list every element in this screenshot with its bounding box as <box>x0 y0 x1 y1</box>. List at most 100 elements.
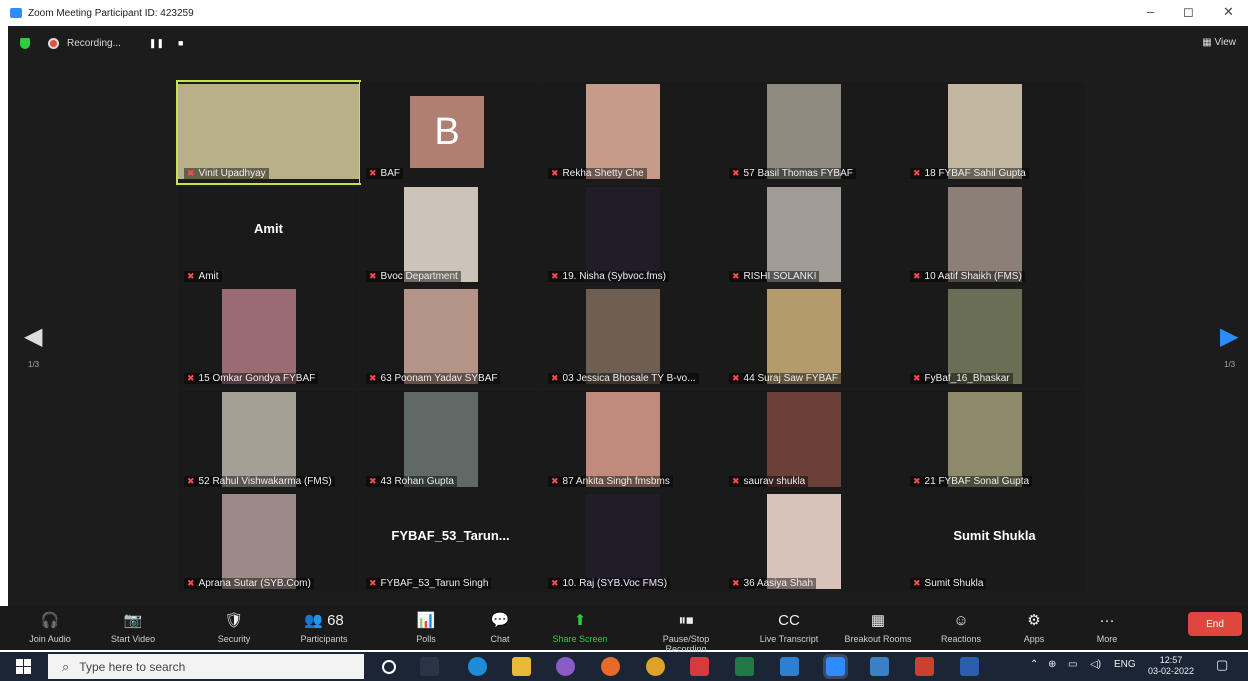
breakout-rooms-button[interactable]: ▦ Breakout Rooms <box>838 608 918 644</box>
maximize-button[interactable]: ◻ <box>1183 4 1194 20</box>
participant-tile[interactable]: ✖ 52 Rahul Vishwakarma (FMS) <box>178 390 359 491</box>
participant-tile[interactable]: ✖ 43 Rohan Gupta <box>360 390 541 491</box>
participant-tile[interactable]: ✖ 15 Omkar Gondya FYBAF <box>178 287 359 388</box>
participants-button[interactable]: 👥 68 Participants <box>284 608 364 644</box>
muted-mic-icon: ✖ <box>913 476 921 486</box>
participant-name: FyBaf_16_Bhaskar <box>924 373 1010 384</box>
apps-button[interactable]: ⚙ Apps <box>994 608 1074 644</box>
display-icon[interactable]: ▭ <box>1068 659 1077 670</box>
muted-mic-icon: ✖ <box>551 271 559 281</box>
join-audio-icon: 🎧 <box>40 612 60 629</box>
participant-name-label: ✖ 63 Poonam Yadav SYBAF <box>366 373 501 384</box>
participant-name-label: ✖ FYBAF_53_Tarun Singh <box>366 578 492 589</box>
zoom-taskbar-icon[interactable] <box>823 654 848 679</box>
participant-tile[interactable]: ✖ 10 Aatif Shaikh (FMS) <box>904 185 1085 286</box>
participant-tile[interactable]: ✖ 63 Poonam Yadav SYBAF <box>360 287 541 388</box>
chat-button[interactable]: 💬 Chat <box>460 608 540 644</box>
tray-overflow-icon[interactable]: ⌃ <box>1030 659 1038 670</box>
participant-tile[interactable]: ✖ 87 Ankita Singh fmsbms <box>542 390 723 491</box>
more-button[interactable]: ··· More <box>1067 608 1147 644</box>
participant-display-name: Sumit Shukla <box>953 528 1036 543</box>
participant-tile[interactable]: ✖ Bvoc Department <box>360 185 541 286</box>
participant-name: Vinit Upadhyay <box>198 168 266 179</box>
polls-button[interactable]: 📊 Polls <box>386 608 466 644</box>
app-icon-purple[interactable] <box>556 657 575 676</box>
windows-start-icon[interactable] <box>16 659 31 674</box>
recording-icon <box>48 37 59 49</box>
participant-video <box>948 84 1022 179</box>
app-icon-red[interactable] <box>690 657 709 676</box>
participant-tile[interactable]: ✖ Aprana Sutar (SYB.Com) <box>178 492 359 593</box>
participant-tile[interactable]: ✖ Vinit Upadhyay <box>176 80 361 185</box>
participant-tile[interactable]: ✖ 10. Raj (SYB.Voc FMS) <box>542 492 723 593</box>
powerpoint-icon[interactable] <box>915 657 934 676</box>
share-screen-button[interactable]: ⬆ Share Screen <box>540 608 620 644</box>
participant-name-label: ✖ Amit <box>184 271 222 282</box>
muted-mic-icon: ✖ <box>732 168 740 178</box>
live-transcript-button[interactable]: CC Live Transcript <box>749 608 829 644</box>
muted-mic-icon: ✖ <box>187 373 195 383</box>
security-button[interactable]: 🛡 Security <box>194 608 274 644</box>
network-icon[interactable]: ⊕ <box>1048 659 1056 670</box>
prev-page-icon[interactable]: ◀ <box>24 322 42 351</box>
participant-tile[interactable]: ✖ 57 Basil Thomas FYBAF <box>723 82 904 183</box>
join-audio-button[interactable]: 🎧 Join Audio <box>10 608 90 644</box>
app-icon-blue[interactable] <box>780 657 799 676</box>
muted-mic-icon: ✖ <box>551 578 559 588</box>
participant-name-label: ✖ Vinit Upadhyay <box>184 168 269 179</box>
notifications-icon[interactable]: ▢ <box>1216 657 1228 673</box>
participant-tile[interactable]: ✖ FyBaf_16_Bhaskar <box>904 287 1085 388</box>
muted-mic-icon: ✖ <box>913 271 921 281</box>
participant-video <box>767 84 841 179</box>
participant-name: FYBAF_53_Tarun Singh <box>380 578 489 589</box>
language-indicator[interactable]: ENG <box>1114 659 1136 670</box>
cortana-icon[interactable] <box>382 660 396 674</box>
participant-tile[interactable]: Amit ✖ Amit <box>178 185 359 286</box>
participant-tile[interactable]: B ✖ BAF <box>360 82 541 183</box>
participant-tile[interactable]: ✖ 18 FYBAF Sahil Gupta <box>904 82 1085 183</box>
close-button[interactable]: ✕ <box>1223 4 1234 20</box>
word-icon[interactable] <box>960 657 979 676</box>
participant-video <box>404 289 478 384</box>
task-view-icon[interactable] <box>420 657 439 676</box>
pause-recording-icon[interactable]: ❚❚ <box>149 38 164 49</box>
encryption-shield-icon[interactable] <box>20 37 30 49</box>
participant-tile[interactable]: ✖ 03 Jessica Bhosale TY B-vo... <box>542 287 723 388</box>
end-meeting-button[interactable]: End <box>1188 612 1242 636</box>
reactions-button[interactable]: ☺ Reactions <box>921 608 1001 644</box>
muted-mic-icon: ✖ <box>187 578 195 588</box>
participant-tile[interactable]: ✖ Rekha Shetty Che <box>542 82 723 183</box>
view-button[interactable]: ▦ View <box>1202 37 1236 48</box>
edge-icon[interactable] <box>468 657 487 676</box>
taskbar-search-box[interactable]: ⌕ Type here to search <box>48 654 364 679</box>
participant-video <box>178 84 359 179</box>
participant-tile[interactable]: ✖ 36 Aasiya Shah <box>723 492 904 593</box>
taskbar-clock[interactable]: 12:57 03-02-2022 <box>1148 655 1194 677</box>
firefox-icon[interactable] <box>601 657 620 676</box>
participant-tile[interactable]: ✖ RISHI SOLANKI <box>723 185 904 286</box>
stop-recording-icon[interactable]: ■ <box>178 38 183 48</box>
excel-icon[interactable] <box>735 657 754 676</box>
chrome-icon[interactable] <box>646 657 665 676</box>
participant-video <box>586 289 660 384</box>
participant-tile[interactable]: FYBAF_53_Tarun... ✖ FYBAF_53_Tarun Singh <box>360 492 541 593</box>
muted-mic-icon: ✖ <box>732 373 740 383</box>
participant-tile[interactable]: Sumit Shukla ✖ Sumit Shukla <box>904 492 1085 593</box>
start-video-button[interactable]: 📷 Start Video <box>93 608 173 644</box>
muted-mic-icon: ✖ <box>369 476 377 486</box>
participant-tile[interactable]: ✖ 21 FYBAF Sonal Gupta <box>904 390 1085 491</box>
participant-tile[interactable]: ✖ 19. Nisha (Sybvoc.fms) <box>542 185 723 286</box>
participant-video <box>948 187 1022 282</box>
pause-stop-recording-button[interactable]: ⏸⏹ Pause/Stop Recording <box>646 608 726 654</box>
volume-icon[interactable]: ◁) <box>1090 659 1101 670</box>
participant-name-label: ✖ RISHI SOLANKI <box>729 271 820 282</box>
muted-mic-icon: ✖ <box>369 168 377 178</box>
photos-icon[interactable] <box>870 657 889 676</box>
minimize-button[interactable]: – <box>1147 4 1154 19</box>
participant-tile[interactable]: ✖ saurav shukla <box>723 390 904 491</box>
file-explorer-icon[interactable] <box>512 657 531 676</box>
next-page-icon[interactable]: ▶ <box>1220 322 1238 351</box>
participant-tile[interactable]: ✖ 44 Suraj Saw FYBAF <box>723 287 904 388</box>
clock-time: 12:57 <box>1159 655 1183 665</box>
participant-name-label: ✖ 03 Jessica Bhosale TY B-vo... <box>548 373 699 384</box>
